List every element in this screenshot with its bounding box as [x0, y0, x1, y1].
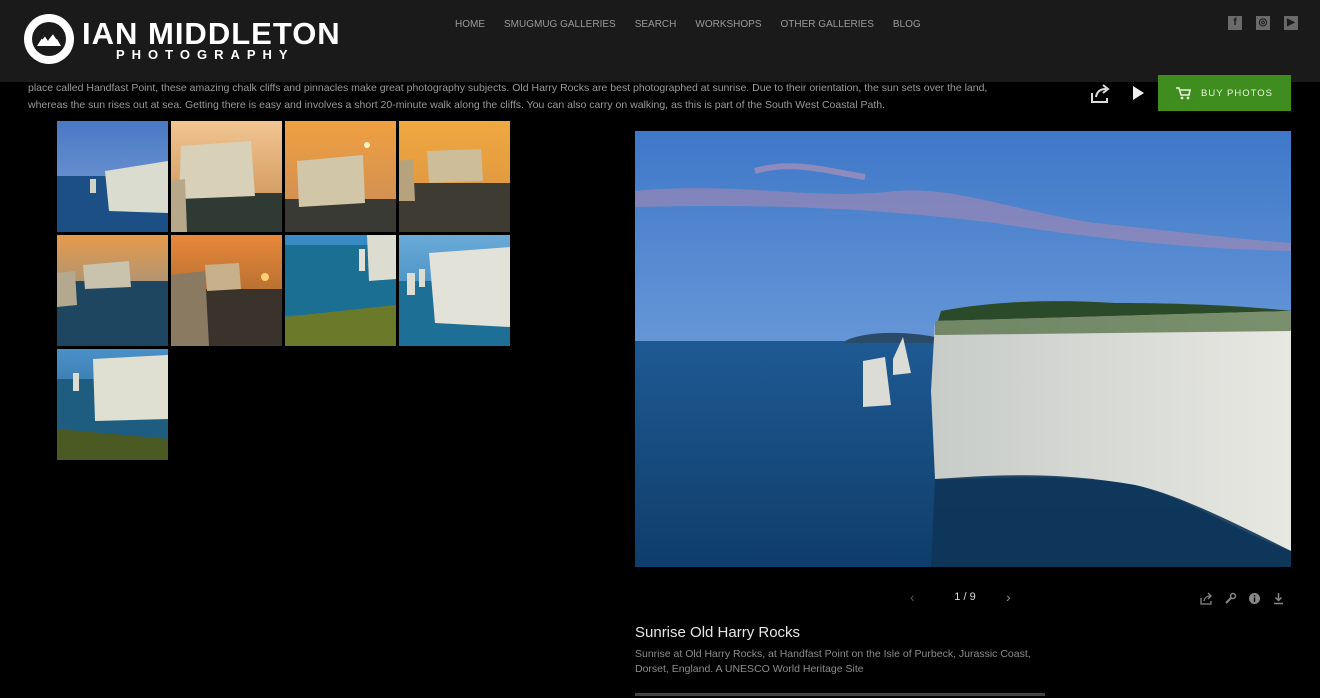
thumbnail-6[interactable]: [171, 235, 282, 346]
instagram-icon[interactable]: ◎: [1256, 16, 1270, 30]
youtube-icon[interactable]: ▶: [1284, 16, 1298, 30]
thumbnail-4[interactable]: [399, 121, 510, 232]
keywords-row: [635, 690, 1065, 698]
photo-pager: ‹ 1 / 9 ›: [905, 590, 1025, 606]
wrench-icon[interactable]: [1224, 592, 1237, 605]
info-icon[interactable]: [1248, 592, 1261, 605]
buy-photos-label: BUY PHOTOS: [1201, 87, 1273, 99]
next-arrow-icon[interactable]: ›: [1006, 590, 1016, 604]
photo-counter: 1 / 9: [954, 591, 976, 603]
keywords-bar: [635, 693, 1045, 696]
aperture-logo-icon: [24, 14, 74, 64]
slideshow-play-icon[interactable]: [1131, 85, 1145, 101]
photo-title: Sunrise Old Harry Rocks: [635, 624, 801, 641]
main-photo[interactable]: [635, 131, 1291, 567]
logo-subtitle: PHOTOGRAPHY: [116, 47, 295, 62]
main-nav: HOME SMUGMUG GALLERIES SEARCH WORKSHOPS …: [455, 18, 940, 32]
cart-icon: [1176, 86, 1191, 99]
thumbnail-5[interactable]: [57, 235, 168, 346]
social-links: f ◎ ▶: [1228, 16, 1298, 30]
photo-tools: [1200, 592, 1285, 605]
previous-arrow-icon[interactable]: ‹: [910, 590, 920, 604]
facebook-icon[interactable]: f: [1228, 16, 1242, 30]
nav-search[interactable]: SEARCH: [635, 18, 677, 32]
thumbnail-8[interactable]: [399, 235, 510, 346]
thumbnail-7[interactable]: [285, 235, 396, 346]
nav-workshops[interactable]: WORKSHOPS: [695, 18, 761, 32]
photo-caption: Sunrise at Old Harry Rocks, at Handfast …: [635, 648, 1031, 675]
gallery-description: place called Handfast Point, these amazi…: [28, 82, 988, 111]
site-logo[interactable]: IAN MIDDLETON PHOTOGRAPHY: [24, 14, 344, 68]
site-header: IAN MIDDLETON PHOTOGRAPHY HOME SMUGMUG G…: [0, 0, 1320, 82]
thumbnail-2[interactable]: [171, 121, 282, 232]
nav-smugmug-galleries[interactable]: SMUGMUG GALLERIES: [504, 18, 616, 32]
nav-other-galleries[interactable]: OTHER GALLERIES: [781, 18, 874, 32]
logo-name: IAN MIDDLETON: [82, 16, 341, 51]
buy-photos-button[interactable]: BUY PHOTOS: [1158, 75, 1291, 111]
download-icon[interactable]: [1272, 592, 1285, 605]
thumbnail-3[interactable]: [285, 121, 396, 232]
nav-home[interactable]: HOME: [455, 18, 485, 32]
share-icon[interactable]: [1089, 83, 1111, 105]
thumbnail-9[interactable]: [57, 349, 168, 460]
thumbnail-1[interactable]: [57, 121, 168, 232]
nav-blog[interactable]: BLOG: [893, 18, 921, 32]
share-small-icon[interactable]: [1200, 592, 1213, 605]
